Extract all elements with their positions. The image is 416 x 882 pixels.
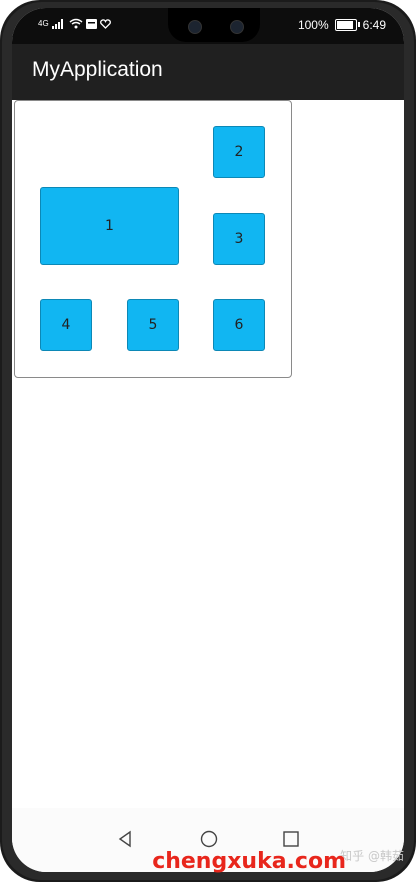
front-camera-icon bbox=[188, 20, 202, 34]
grid-item-3[interactable]: 3 bbox=[213, 213, 265, 265]
grid-item-5[interactable]: 5 bbox=[127, 299, 179, 351]
status-left: 4G bbox=[38, 18, 111, 29]
battery-icon bbox=[334, 19, 360, 31]
grid-item-1[interactable]: 1 bbox=[40, 187, 179, 265]
grid-item-label: 5 bbox=[148, 317, 158, 333]
status-bar: 4G 100% 6:49 bbox=[12, 8, 404, 44]
home-circle-icon bbox=[200, 830, 218, 848]
grid-item-label: 3 bbox=[234, 231, 244, 247]
signal-icon bbox=[51, 18, 63, 29]
screen: 4G 100% 6:49 MyApplication 1 2 3 4 5 6 bbox=[12, 8, 404, 872]
grid-item-label: 6 bbox=[234, 317, 244, 333]
back-triangle-icon bbox=[118, 830, 131, 848]
content-area: 1 2 3 4 5 6 bbox=[12, 100, 404, 820]
front-camera-icon bbox=[230, 20, 244, 34]
grid-item-label: 1 bbox=[105, 218, 114, 234]
back-button[interactable] bbox=[110, 824, 140, 854]
watermark-author: 知乎 @韩茹 bbox=[340, 849, 404, 863]
grid-item-2[interactable]: 2 bbox=[213, 126, 265, 178]
clock: 6:49 bbox=[362, 18, 386, 32]
camera-notch bbox=[168, 8, 260, 42]
battery-level-fill bbox=[336, 21, 353, 29]
grid-item-label: 4 bbox=[61, 317, 71, 333]
app-title: MyApplication bbox=[32, 58, 163, 81]
grid-item-6[interactable]: 6 bbox=[213, 299, 265, 351]
phone-frame: 4G 100% 6:49 MyApplication 1 2 3 4 5 6 bbox=[0, 0, 416, 882]
grid-item-4[interactable]: 4 bbox=[40, 299, 92, 351]
notification-icon bbox=[85, 18, 97, 29]
recents-square-icon bbox=[283, 831, 299, 847]
app-bar: MyApplication bbox=[12, 44, 404, 100]
network-type-label: 4G bbox=[38, 19, 49, 28]
grid-item-label: 2 bbox=[234, 144, 244, 160]
battery-percent: 100% bbox=[297, 18, 329, 32]
grid-container: 1 2 3 4 5 6 bbox=[14, 100, 292, 378]
heart-icon bbox=[99, 18, 111, 29]
wifi-icon bbox=[69, 18, 83, 29]
watermark-site: chengxuka.com bbox=[152, 849, 346, 874]
status-right: 100% 6:49 bbox=[298, 18, 386, 32]
